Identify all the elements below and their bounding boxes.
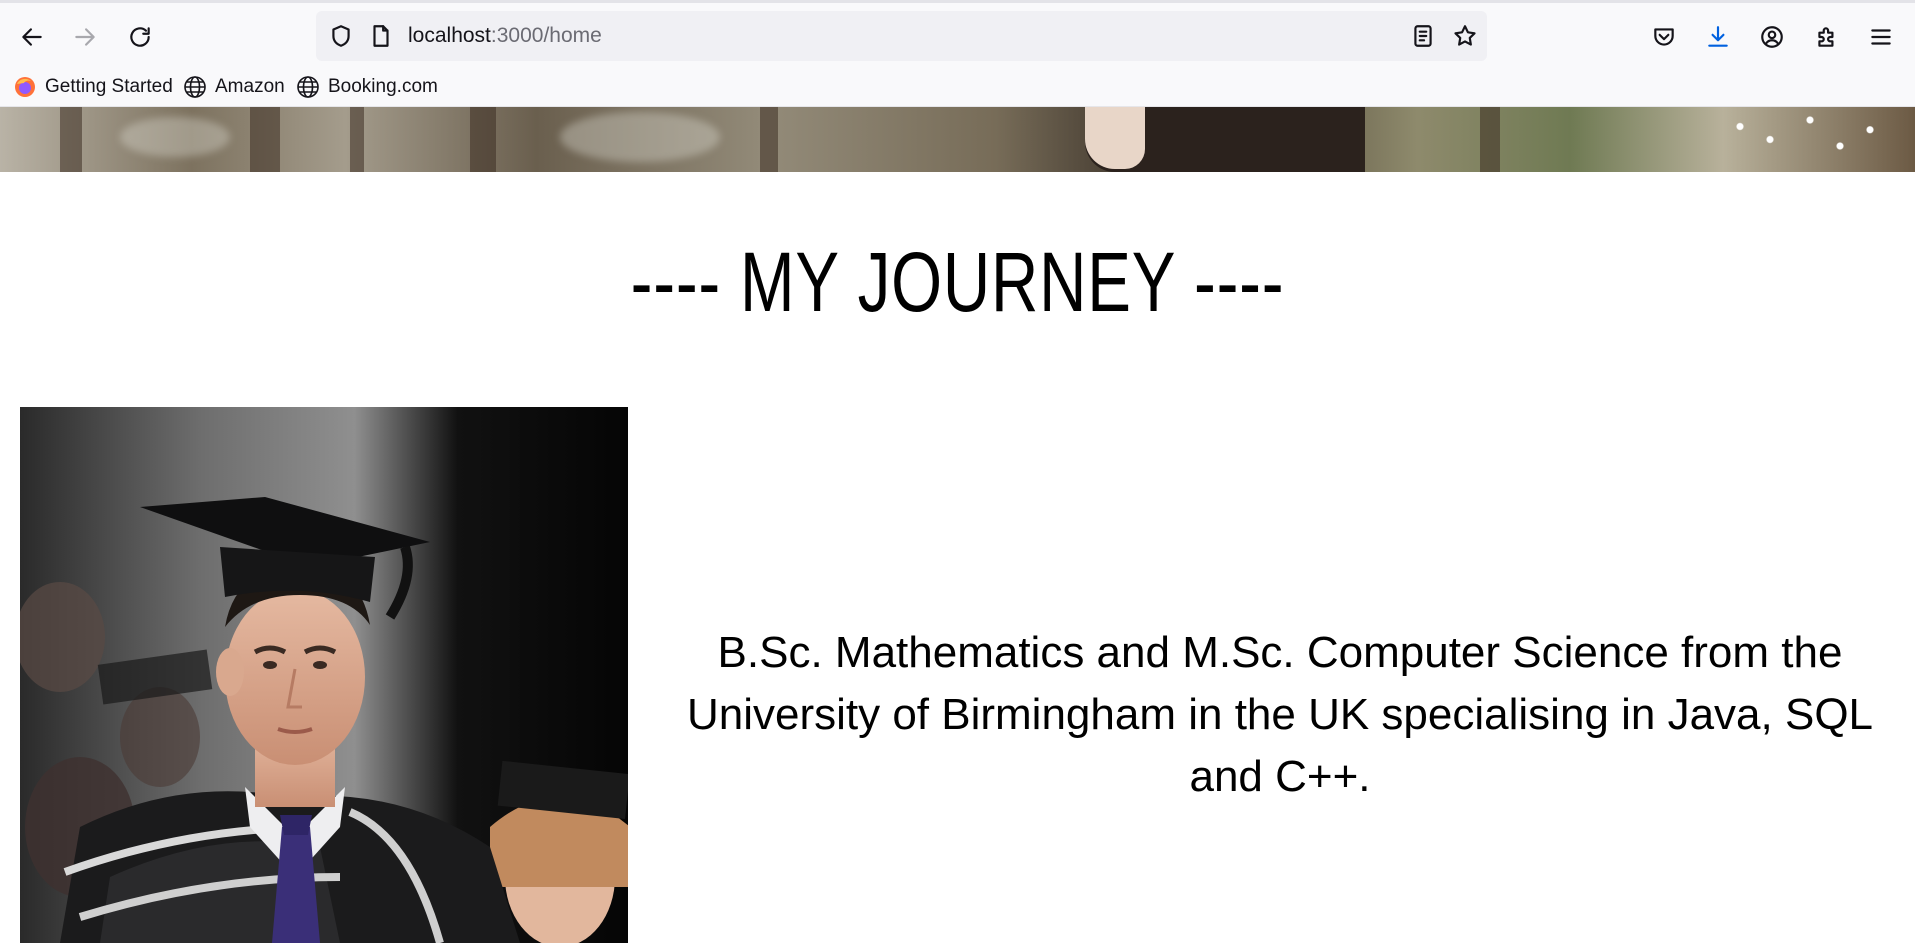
globe-icon bbox=[297, 76, 319, 98]
puzzle-icon bbox=[1818, 27, 1834, 47]
journey-description: B.Sc. Mathematics and M.Sc. Computer Sci… bbox=[686, 628, 1874, 801]
bookmark-star-icon[interactable] bbox=[1452, 23, 1478, 49]
account-button[interactable] bbox=[1752, 17, 1792, 57]
graduation-photo bbox=[20, 407, 628, 943]
url-host: localhost bbox=[408, 24, 491, 47]
url-path: :3000/home bbox=[490, 24, 602, 47]
back-arrow-icon bbox=[22, 28, 42, 46]
bookmark-label: Getting Started bbox=[45, 76, 173, 97]
downloads-button[interactable] bbox=[1698, 17, 1738, 57]
shield-icon[interactable] bbox=[328, 23, 354, 49]
forward-arrow-icon bbox=[75, 28, 95, 46]
address-bar[interactable]: localhost:3000/home bbox=[316, 11, 1487, 61]
graduate-portrait-image bbox=[20, 407, 628, 943]
hero-hand bbox=[1085, 107, 1145, 169]
pocket-button[interactable] bbox=[1644, 17, 1684, 57]
browser-toolbar: localhost:3000/home bbox=[0, 3, 1915, 67]
bookmark-getting-started[interactable]: Getting Started bbox=[13, 73, 173, 101]
hero-banner-image bbox=[0, 107, 1915, 172]
reload-icon bbox=[130, 27, 150, 47]
back-button[interactable] bbox=[12, 17, 52, 57]
reader-view-icon[interactable] bbox=[1410, 23, 1436, 49]
firefox-icon bbox=[15, 77, 35, 97]
bookmark-booking[interactable]: Booking.com bbox=[296, 73, 438, 101]
account-icon bbox=[1761, 26, 1783, 48]
reload-button[interactable] bbox=[120, 17, 160, 57]
menu-button[interactable] bbox=[1861, 17, 1901, 57]
bookmark-label: Booking.com bbox=[328, 76, 438, 97]
bookmark-amazon[interactable]: Amazon bbox=[183, 73, 285, 101]
pocket-icon bbox=[1654, 28, 1674, 46]
forward-button[interactable] bbox=[65, 17, 105, 57]
globe-icon bbox=[184, 76, 206, 98]
bookmarks-toolbar: Getting Started Amazon Booking.com bbox=[0, 67, 1915, 107]
download-icon bbox=[1708, 26, 1728, 47]
hero-flowers bbox=[1700, 107, 1900, 172]
page-icon[interactable] bbox=[368, 23, 394, 49]
url-text[interactable]: localhost:3000/home bbox=[408, 23, 602, 49]
hamburger-menu-icon bbox=[1871, 29, 1891, 45]
extensions-button[interactable] bbox=[1807, 17, 1847, 57]
section-heading: ---- MY JOURNEY ---- bbox=[630, 235, 1285, 329]
bookmark-label: Amazon bbox=[215, 76, 285, 97]
